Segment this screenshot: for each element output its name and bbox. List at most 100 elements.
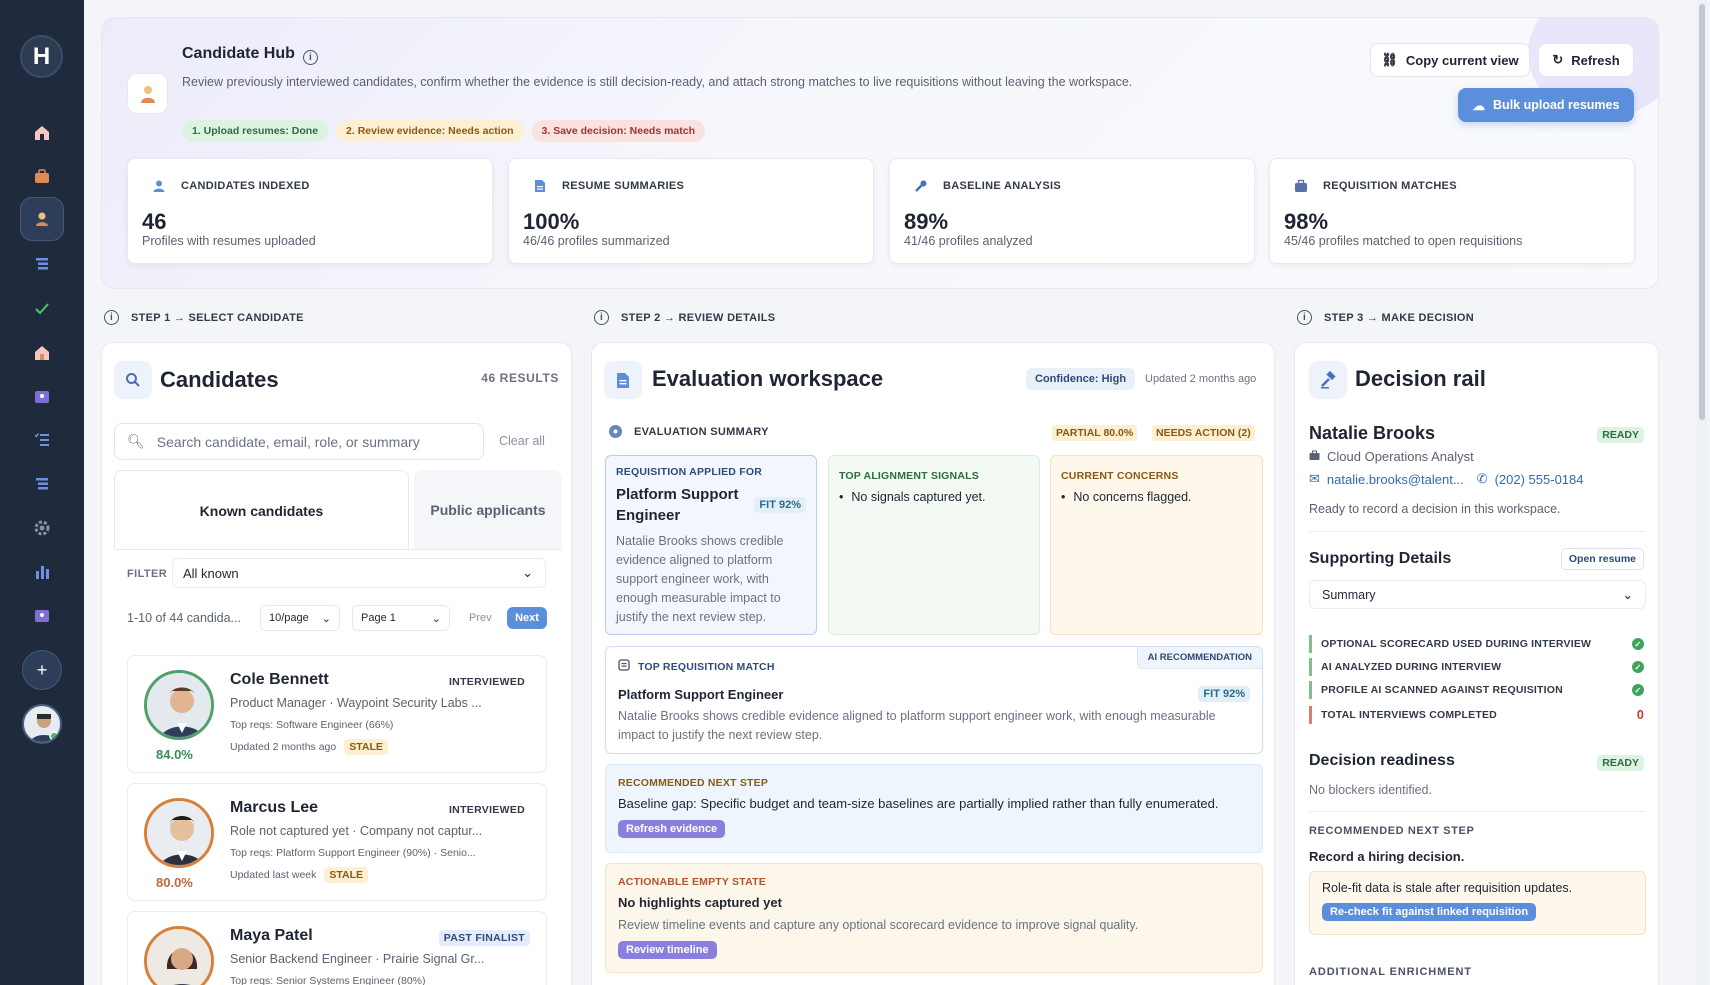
- candidates-icon[interactable]: [20, 197, 64, 241]
- page-title-text: Candidate Hub: [182, 45, 295, 62]
- search-icon: [114, 361, 152, 399]
- status-badge: INTERVIEWED: [448, 804, 525, 816]
- candidate-top-reqs: Top reqs: Platform Support Engineer (90%…: [230, 847, 476, 859]
- copy-view-button[interactable]: ⛓ Copy current view: [1370, 43, 1530, 77]
- candidate-card[interactable]: 80.0% Marcus Lee INTERVIEWED Role not ca…: [127, 783, 547, 901]
- per-page-select[interactable]: 10/page ⌄: [260, 605, 340, 631]
- email-link[interactable]: natalie.brooks@talent...: [1327, 472, 1464, 487]
- check-label: PROFILE AI SCANNED AGAINST REQUISITION: [1321, 684, 1563, 696]
- phone-link[interactable]: (202) 555-0184: [1495, 472, 1584, 487]
- page-scrollbar[interactable]: [1696, 0, 1708, 985]
- step-header-2: i STEP 2 → REVIEW DETAILS: [594, 310, 775, 325]
- user-avatar[interactable]: [22, 704, 62, 744]
- review-timeline-button[interactable]: Review timeline: [618, 941, 717, 959]
- stat-card-baseline: BASELINE ANALYSIS 89% 41/46 profiles ana…: [889, 158, 1255, 264]
- checklist-icon[interactable]: [22, 420, 62, 460]
- tab-public-applicants[interactable]: Public applicants: [414, 470, 562, 550]
- next-button[interactable]: Next: [507, 607, 547, 629]
- app-logo[interactable]: H: [20, 35, 63, 78]
- open-resume-button[interactable]: Open resume: [1560, 548, 1644, 570]
- step-header-text: STEP 2 → REVIEW DETAILS: [621, 311, 776, 324]
- card-label: REQUISITION APPLIED FOR: [616, 466, 762, 478]
- briefcase-icon[interactable]: [22, 157, 62, 197]
- bar-chart-icon[interactable]: [22, 552, 62, 592]
- candidate-card[interactable]: Maya Patel PAST FINALIST Senior Backend …: [127, 911, 547, 985]
- info-icon[interactable]: i: [302, 50, 318, 65]
- building-icon[interactable]: [22, 333, 62, 373]
- refresh-evidence-button[interactable]: Refresh evidence: [618, 820, 726, 838]
- refresh-icon: ↻: [1552, 52, 1564, 67]
- results-count: 46 RESULTS: [481, 371, 559, 385]
- page-description: Review previously interviewed candidates…: [182, 75, 1133, 89]
- card-label: RECOMMENDED NEXT STEP: [618, 777, 769, 789]
- card-label: TOP REQUISITION MATCH: [638, 661, 775, 673]
- prev-button[interactable]: Prev: [469, 612, 492, 624]
- person-icon: [150, 177, 168, 195]
- candidate-name: Maya Patel: [230, 927, 313, 944]
- stale-note-card: Role-fit data is stale after requisition…: [1309, 871, 1646, 935]
- search-placeholder: Search candidate, email, role, or summar…: [156, 433, 420, 450]
- page-select[interactable]: Page 1 ⌄: [352, 605, 450, 631]
- stat-card-summaries: RESUME SUMMARIES 100% 46/46 profiles sum…: [508, 158, 874, 264]
- section-label: EVALUATION SUMMARY: [634, 426, 769, 438]
- top-match-card[interactable]: TOP REQUISITION MATCH AI RECOMMENDATION …: [605, 646, 1263, 754]
- concern-text: No concerns flagged.: [1073, 490, 1192, 504]
- stat-label: RESUME SUMMARIES: [562, 180, 685, 192]
- info-icon[interactable]: i: [1297, 310, 1312, 325]
- candidate-name: Marcus Lee: [230, 799, 319, 816]
- requisition-card[interactable]: REQUISITION APPLIED FOR Platform Support…: [605, 455, 817, 635]
- home-icon[interactable]: [22, 113, 62, 153]
- candidate-updated: Updated last week STALE: [230, 867, 369, 883]
- refresh-button[interactable]: ↻ Refresh: [1538, 43, 1634, 77]
- next-step-text: Baseline gap: Specific budget and team-s…: [618, 796, 1219, 811]
- summary-icon: [609, 425, 622, 438]
- progress-steps: 1. Upload resumes: Done 2. Review eviden…: [182, 120, 706, 142]
- check-row: OPTIONAL SCORECARD USED DURING INTERVIEW…: [1309, 635, 1644, 653]
- id-card-icon[interactable]: [22, 596, 62, 636]
- status-badge: INTERVIEWED: [448, 676, 525, 688]
- list-icon[interactable]: [22, 244, 62, 284]
- match-title: Platform Support Engineer: [618, 686, 784, 702]
- info-icon[interactable]: i: [594, 310, 609, 325]
- needs-action-badge: NEEDS ACTION (2): [1152, 425, 1255, 441]
- step-header-text: STEP 1 → SELECT CANDIDATE: [131, 311, 304, 324]
- page-value: Page 1: [361, 612, 396, 624]
- recheck-fit-button[interactable]: Re-check fit against linked requisition: [1322, 903, 1537, 921]
- signals-card: TOP ALIGNMENT SIGNALS • No signals captur…: [828, 455, 1040, 635]
- phone-icon: ✆: [1476, 471, 1488, 486]
- step-chip-save: 3. Save decision: Needs match: [531, 120, 706, 142]
- tab-known-candidates[interactable]: Known candidates: [114, 470, 409, 550]
- signal-item: • No signals captured yet.: [839, 490, 986, 504]
- candidate-name: Cole Bennett: [230, 671, 329, 688]
- next-step-text: Record a hiring decision.: [1309, 849, 1465, 864]
- stat-value: 98%: [1284, 209, 1329, 234]
- stale-note-text: Role-fit data is stale after requisition…: [1322, 881, 1573, 895]
- stat-value: 89%: [904, 209, 949, 234]
- empty-state-text: Review timeline events and capture any o…: [618, 918, 1139, 932]
- id-card-icon[interactable]: [22, 377, 62, 417]
- search-input[interactable]: 🔍︎ Search candidate, email, role, or summ…: [114, 423, 484, 460]
- stat-subtitle: 41/46 profiles analyzed: [904, 234, 1033, 248]
- panel-title: Evaluation workspace: [652, 366, 884, 391]
- requisition-summary: Natalie Brooks shows credible evidence a…: [616, 534, 784, 624]
- check-icon[interactable]: [22, 289, 62, 329]
- card-label: ACTIONABLE EMPTY STATE: [618, 876, 766, 888]
- scroll-thumb[interactable]: [1699, 4, 1705, 420]
- readiness-badge: READY: [1597, 755, 1644, 771]
- match-icon: [618, 658, 630, 676]
- list-icon[interactable]: [22, 464, 62, 504]
- candidate-card[interactable]: 84.0% Cole Bennett INTERVIEWED Product M…: [127, 655, 547, 773]
- next-step-label: RECOMMENDED NEXT STEP: [1309, 825, 1475, 837]
- bulk-upload-button[interactable]: ☁ Bulk upload resumes: [1458, 88, 1634, 122]
- stat-value: 46: [142, 209, 167, 234]
- clear-all-link[interactable]: Clear all: [499, 434, 545, 448]
- add-icon[interactable]: +: [22, 650, 62, 690]
- confidence-badge: Confidence: High: [1026, 368, 1136, 390]
- summary-select[interactable]: Summary ⌄: [1309, 580, 1646, 609]
- mail-icon: ✉: [1309, 471, 1320, 486]
- stat-subtitle: Profiles with resumes uploaded: [142, 234, 316, 248]
- gear-icon[interactable]: [22, 508, 62, 548]
- info-icon[interactable]: i: [104, 310, 119, 325]
- pager-summary: 1-10 of 44 candida...: [127, 611, 241, 625]
- filter-select[interactable]: All known ⌄: [172, 558, 546, 588]
